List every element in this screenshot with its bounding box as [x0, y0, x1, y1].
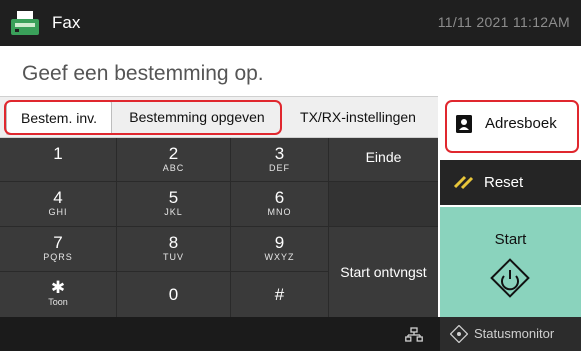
start-label: Start: [494, 231, 527, 248]
key-9[interactable]: 9 WXYZ: [231, 227, 328, 271]
key-digit: 1: [53, 144, 63, 163]
key-digit: 5: [168, 188, 179, 207]
key-digit: 9: [274, 233, 285, 252]
start-receive-button[interactable]: Start ontvngst: [329, 227, 438, 317]
fax-icon: [11, 11, 39, 35]
keypad: 1 2 ABC 3 DEF 4 GHI 5 JKL 6 MNO 7 PQRS 8 TUV 9W…: [0, 138, 438, 317]
network-icon: [405, 327, 423, 342]
key-digit: 4: [53, 188, 63, 207]
highlight-outline-addressbook: [445, 100, 579, 153]
key-digit: 3: [274, 144, 285, 163]
key-digit: #: [274, 285, 285, 304]
key-digit: 2: [168, 144, 179, 163]
reset-icon: [453, 175, 474, 190]
key-star[interactable]: ✱ Toon: [0, 272, 116, 317]
keypad-blank-cell: [329, 182, 438, 226]
key-3[interactable]: 3 DEF: [231, 138, 328, 181]
key-5[interactable]: 5 JKL: [117, 182, 230, 226]
key-letters: DEF: [269, 163, 290, 173]
key-letters: ABC: [162, 163, 185, 173]
end-button[interactable]: Einde: [329, 138, 438, 181]
key-7[interactable]: 7 PQRS: [0, 227, 116, 271]
key-2[interactable]: 2 ABC: [117, 138, 230, 181]
highlight-outline-tabs: [4, 100, 282, 135]
key-digit: 7: [53, 233, 63, 252]
key-letters: JKL: [164, 207, 183, 217]
key-letters: GHI: [48, 207, 68, 217]
key-letters: MNO: [267, 207, 292, 217]
key-6[interactable]: 6 MNO: [231, 182, 328, 226]
page-title: Fax: [52, 13, 81, 32]
key-digit: 8: [168, 233, 179, 252]
date-time: 11/11 2021 11:12AM: [437, 14, 570, 30]
key-letters: TUV: [163, 252, 184, 262]
status-monitor-icon: [450, 325, 468, 343]
key-8[interactable]: 8 TUV: [117, 227, 230, 271]
start-icon: [490, 258, 530, 298]
instruction-text: Geef een bestemming op.: [22, 62, 264, 85]
key-hash[interactable]: #: [231, 272, 328, 317]
key-letters: PQRS: [43, 252, 73, 262]
status-monitor-label: Statusmonitor: [474, 326, 555, 341]
key-letters: WXYZ: [264, 252, 295, 262]
key-digit: ✱: [50, 278, 66, 297]
key-1[interactable]: 1: [0, 138, 116, 181]
key-letters: Toon: [48, 297, 68, 307]
key-4[interactable]: 4 GHI: [0, 182, 116, 226]
key-digit: 6: [274, 188, 285, 207]
key-0[interactable]: 0: [117, 272, 230, 317]
key-digit: 0: [168, 285, 179, 304]
reset-label: Reset: [484, 174, 524, 191]
tab-txrx-settings[interactable]: TX/RX-instellingen: [282, 97, 434, 137]
